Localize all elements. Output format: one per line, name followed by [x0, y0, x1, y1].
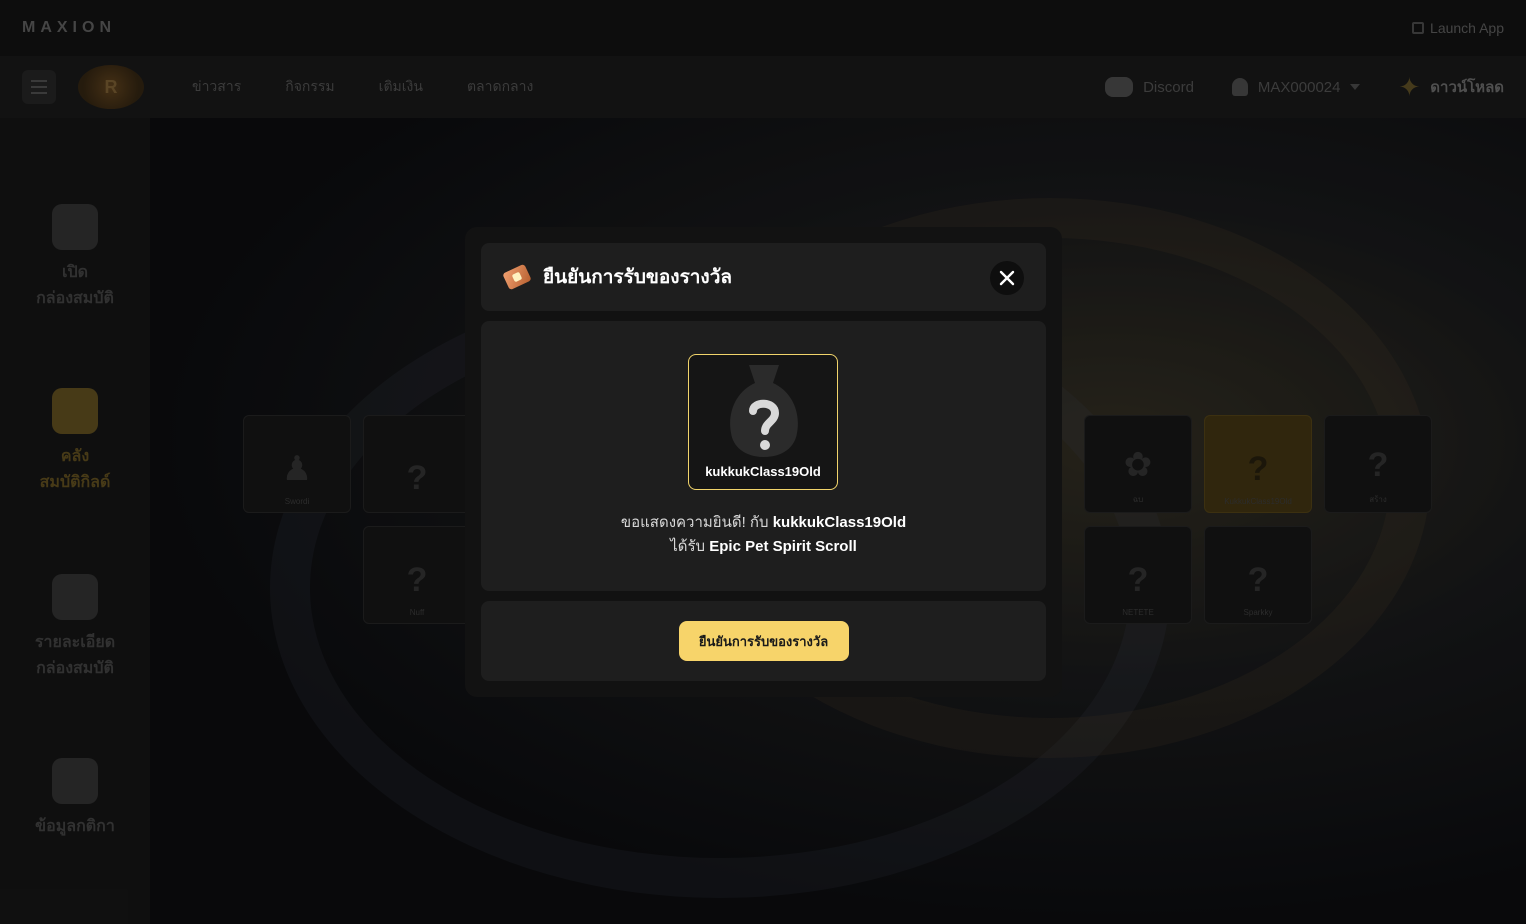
close-icon — [999, 270, 1015, 286]
modal-header: ยืนยันการรับของรางวัล — [481, 243, 1046, 311]
ticket-icon — [502, 263, 532, 291]
received-prefix: ได้รับ — [670, 538, 706, 555]
reward-item-card: kukkukClass19Old — [688, 354, 838, 490]
reward-message: ขอแสดงความยินดี! กับ kukkukClass19Old ได… — [481, 511, 1046, 559]
close-button[interactable] — [990, 261, 1024, 295]
congrats-name: kukkukClass19Old — [772, 514, 907, 531]
congrats-prefix: ขอแสดงความยินดี! กับ — [620, 514, 769, 531]
reward-item-name: kukkukClass19Old — [705, 464, 821, 479]
mystery-bag-icon — [730, 365, 798, 457]
modal-title: ยืนยันการรับของรางวัล — [543, 267, 733, 288]
modal-footer: ยืนยันการรับของรางวัล — [481, 601, 1046, 681]
page: MAXION Launch App R ข่าวสาร กิจกรรม เติม… — [0, 0, 1526, 924]
confirm-reward-modal: ยืนยันการรับของรางวัล kukkukClass19Old ข… — [465, 227, 1062, 697]
confirm-reward-button[interactable]: ยืนยันการรับของรางวัล — [678, 621, 849, 661]
modal-body: kukkukClass19Old ขอแสดงความยินดี! กับ ku… — [481, 321, 1046, 591]
received-item-name: Epic Pet Spirit Scroll — [709, 538, 857, 555]
